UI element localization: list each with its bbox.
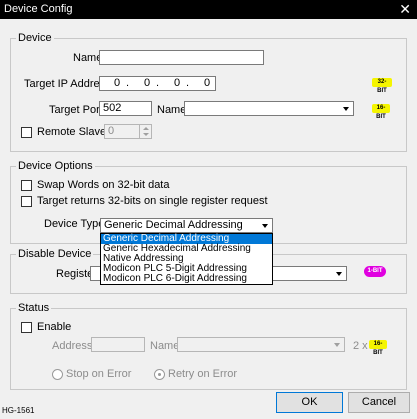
chevron-down-icon — [336, 272, 342, 276]
stop-on-error-radio[interactable] — [52, 369, 63, 380]
status-group-label: Status — [16, 302, 52, 314]
status-name-select[interactable] — [177, 337, 345, 352]
enable-status-checkbox[interactable] — [21, 322, 32, 333]
device-type-value: Generic Decimal Addressing — [104, 219, 243, 231]
status-name-dropdown-button[interactable] — [331, 338, 344, 351]
remote-slave-input[interactable]: 0 — [104, 124, 140, 139]
16-bit-badge: 16-BIT — [372, 104, 390, 120]
status-address-label: Address: — [52, 340, 96, 352]
device-options-group-label: Device Options — [16, 160, 95, 172]
swap-words-checkbox[interactable] — [21, 180, 32, 191]
device-type-select[interactable]: Generic Decimal Addressing — [100, 218, 273, 233]
remote-slave-spinner[interactable] — [139, 124, 152, 139]
target-ip-input[interactable]: 0 . 0 . 0 . 0 — [99, 76, 216, 91]
ip-segment-1: 0 — [114, 77, 121, 89]
device-type-option[interactable]: Modicon PLC 6-Digit Addressing — [101, 274, 272, 284]
ip-dot: . — [126, 77, 130, 89]
16-bit-badge: 16-BIT — [369, 340, 387, 356]
device-type-label: Device Type: — [44, 218, 108, 230]
status-multiplier: 2 x — [353, 340, 368, 352]
port-name-dropdown-button[interactable] — [340, 102, 353, 115]
register-name-select[interactable] — [272, 266, 347, 281]
register-dropdown-button[interactable] — [333, 267, 346, 280]
device-type-dropdown-list[interactable]: Generic Decimal Addressing Generic Hexad… — [100, 233, 273, 285]
disable-device-group-label: Disable Device — [16, 248, 94, 260]
ip-segment-2: 0 — [144, 77, 151, 89]
device-name-input[interactable] — [99, 50, 264, 65]
ip-segment-4: 0 — [204, 77, 211, 89]
target-port-input[interactable]: 502 — [99, 101, 152, 116]
target-32bit-label: Target returns 32-bits on single registe… — [37, 195, 268, 207]
status-address-input[interactable] — [91, 337, 145, 352]
32-bit-badge: 32-BIT — [372, 78, 392, 94]
close-icon[interactable]: ✕ — [399, 1, 411, 17]
title-bar: Device Config ✕ — [0, 0, 417, 19]
ip-dot: . — [186, 77, 190, 89]
spin-down-icon — [143, 133, 149, 136]
device-config-dialog: Device Config ✕ Device Name: Target IP A… — [0, 0, 417, 419]
chevron-down-icon — [343, 107, 349, 111]
chevron-down-icon — [334, 343, 340, 347]
device-group-label: Device — [16, 32, 54, 44]
footer-code: HG-1561 — [2, 406, 35, 415]
port-name-select[interactable] — [184, 101, 354, 116]
window-title: Device Config — [4, 3, 73, 15]
enable-label: Enable — [37, 321, 72, 333]
ip-segment-3: 0 — [174, 77, 181, 89]
remote-slave-checkbox[interactable] — [21, 127, 32, 138]
target-32bit-checkbox[interactable] — [21, 196, 32, 207]
swap-words-label: Swap Words on 32-bit data — [37, 179, 170, 191]
1-bit-badge: 1-BIT — [364, 266, 386, 277]
stop-on-error-label: Stop on Error — [66, 368, 132, 380]
retry-on-error-label: Retry on Error — [168, 368, 238, 380]
spin-up-icon — [143, 127, 149, 130]
device-type-dropdown-button[interactable] — [259, 219, 272, 232]
cancel-button[interactable]: Cancel — [348, 392, 410, 413]
retry-on-error-radio[interactable] — [154, 369, 165, 380]
chevron-down-icon — [262, 224, 268, 228]
ip-dot: . — [156, 77, 160, 89]
ok-button[interactable]: OK — [276, 392, 343, 413]
